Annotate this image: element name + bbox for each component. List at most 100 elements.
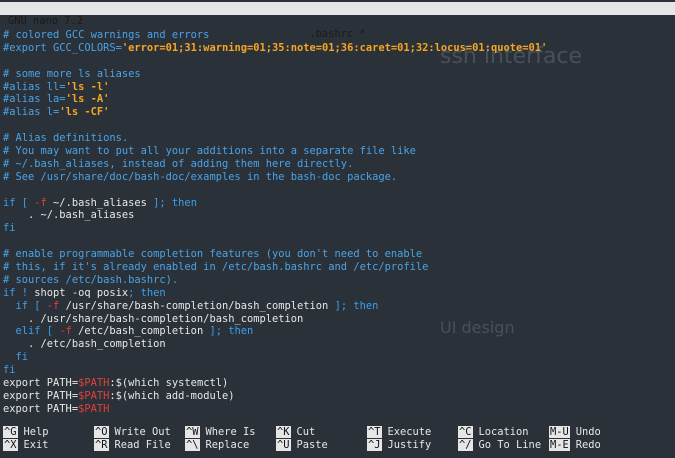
code-line[interactable] xyxy=(3,235,547,248)
code-token: :$(which add-module) xyxy=(109,389,235,402)
code-token: shopt -oq posix xyxy=(34,286,129,299)
code-line[interactable]: . ~/.bash_aliases xyxy=(3,209,547,222)
shortcut-label: Read File xyxy=(114,439,171,451)
code-line[interactable]: export PATH=$PATH:$(which add-module) xyxy=(3,390,547,403)
code-token: if ! xyxy=(3,286,35,299)
code-line[interactable]: fi xyxy=(3,364,547,377)
code-token: # enable programmable completion feature… xyxy=(3,248,423,261)
code-token: :$(which systemctl) xyxy=(109,377,229,390)
shortcut-row: ^X Exit ^R Read File ^\ Replace ^U Paste ^J Justi… xyxy=(0,439,675,452)
code-token: #alias l= xyxy=(3,106,60,119)
shortcut-replace[interactable]: ^\ Replace xyxy=(185,439,249,452)
shortcut-help[interactable]: ^G Help xyxy=(3,426,49,439)
code-line[interactable]: if [ -f ~/.bash_aliases ]; then xyxy=(3,197,547,210)
shortcut-label: Redo xyxy=(575,439,601,451)
code-token: 'ls -CF' xyxy=(59,106,110,119)
code-line[interactable]: # some more ls aliases xyxy=(3,68,547,81)
code-token: 'ls -l' xyxy=(65,80,110,93)
code-token: if [ xyxy=(3,299,47,312)
code-line[interactable] xyxy=(3,119,547,132)
code-line[interactable]: export PATH=$PATH xyxy=(3,403,547,416)
code-token: -f xyxy=(46,299,60,312)
code-line[interactable]: # You may want to put all your additions… xyxy=(3,145,547,158)
shortcut-read-file[interactable]: ^R Read File xyxy=(94,439,171,452)
code-line[interactable]: if ! shopt -oq posix; then xyxy=(3,287,547,300)
code-token: fi xyxy=(3,222,16,235)
code-token: # some more ls aliases xyxy=(3,67,141,80)
code-token: 'ls -A' xyxy=(65,93,110,106)
code-line[interactable]: # Alias definitions. xyxy=(3,132,547,145)
code-line[interactable]: fi xyxy=(3,222,547,235)
code-token: $PATH xyxy=(78,389,110,402)
shortcut-where-is[interactable]: ^W Where Is xyxy=(185,426,256,439)
code-line[interactable]: if [ -f /usr/share/bash-completion/bash_… xyxy=(3,300,547,313)
code-token: . /usr/share/bash-completion/bash_comple… xyxy=(3,312,304,325)
code-line[interactable]: # sources /etc/bash.bashrc). xyxy=(3,274,547,287)
shortcut-execute[interactable]: ^T Execute xyxy=(367,426,431,439)
code-line[interactable]: #export GCC_COLORS='error=01;31:warning=… xyxy=(3,42,547,55)
code-token: # this, if it's already enabled in /etc/… xyxy=(3,261,429,274)
shortcut-redo[interactable]: M-E Redo xyxy=(549,439,601,452)
shortcut-label: Justify xyxy=(387,439,432,451)
shortcut-label: Where Is xyxy=(205,426,256,438)
shortcut-exit[interactable]: ^X Exit xyxy=(3,439,49,452)
code-token: # colored GCC warnings and errors xyxy=(3,29,210,41)
code-line[interactable]: # See /usr/share/doc/bash-doc/examples i… xyxy=(3,171,547,184)
shortcut-go-to-line[interactable]: ^/ Go To Line xyxy=(458,439,541,452)
shortcut-undo[interactable]: M-U Undo xyxy=(549,426,601,439)
shortcut-key: ^K xyxy=(276,426,291,438)
code-token: #alias la= xyxy=(3,93,66,106)
code-token: export PATH= xyxy=(3,389,79,402)
code-token: $PATH xyxy=(78,377,110,390)
shortcut-write-out[interactable]: ^O Write Out xyxy=(94,426,171,439)
code-line[interactable]: #alias la='ls -A' xyxy=(3,93,547,106)
shortcut-label: Cut xyxy=(296,426,316,438)
code-line[interactable]: . /usr/share/bash-completion/bash_comple… xyxy=(3,313,547,326)
shortcut-bar: ^G Help ^O Write Out ^W Where Is ^K Cut ^T Execut… xyxy=(0,426,675,452)
code-token: ]; then xyxy=(334,299,379,312)
code-line[interactable]: elif [ -f /etc/bash_completion ]; then xyxy=(3,325,547,338)
code-line[interactable]: . /etc/bash_completion xyxy=(3,338,547,351)
code-token: #alias ll= xyxy=(3,80,66,93)
editor-buffer[interactable]: # colored GCC warnings and errors #export… xyxy=(3,29,547,416)
code-line[interactable]: # colored GCC warnings and errors xyxy=(3,29,547,42)
code-token: # Alias definitions. xyxy=(3,132,129,145)
code-token: #export GCC_COLORS= xyxy=(3,41,122,54)
shortcut-key: ^G xyxy=(3,426,18,438)
nano-title-bar: GNU nano 7.2 .bashrc * xyxy=(0,2,675,40)
shortcut-label: Execute xyxy=(387,426,432,438)
shortcut-label: Paste xyxy=(296,439,328,451)
shortcut-label: Replace xyxy=(205,439,250,451)
code-token: ~/.bash_aliases xyxy=(46,196,154,209)
code-line[interactable]: export PATH=$PATH:$(which systemctl) xyxy=(3,377,547,390)
shortcut-paste[interactable]: ^U Paste xyxy=(276,439,328,452)
nano-terminal[interactable]: ssh interface UI design GNU nano 7.2 .ba… xyxy=(0,0,675,458)
shortcut-row: ^G Help ^O Write Out ^W Where Is ^K Cut ^T Execut… xyxy=(0,426,675,439)
code-line[interactable]: fi xyxy=(3,351,547,364)
shortcut-label: Go To Line xyxy=(478,439,542,451)
shortcut-key: ^W xyxy=(185,426,200,438)
code-token: . ~/.bash_aliases xyxy=(3,209,135,222)
code-line[interactable]: # this, if it's already enabled in /etc/… xyxy=(3,261,547,274)
code-line[interactable] xyxy=(3,55,547,68)
shortcut-location[interactable]: ^C Location xyxy=(458,426,529,439)
code-token: # ~/.bash_aliases, instead of adding the… xyxy=(3,157,354,170)
code-token: fi xyxy=(3,351,29,364)
code-token: /usr/share/bash-completion/bash_completi… xyxy=(59,299,335,312)
code-line[interactable]: #alias l='ls -CF' xyxy=(3,106,547,119)
shortcut-key: ^U xyxy=(276,439,291,451)
shortcut-key: ^\ xyxy=(185,439,200,451)
shortcut-key: ^R xyxy=(94,439,109,451)
code-token: if [ xyxy=(3,196,35,209)
app-version: GNU nano 7.2 xyxy=(8,15,84,27)
code-line[interactable]: # enable programmable completion feature… xyxy=(3,248,547,261)
code-token: # sources /etc/bash.bashrc). xyxy=(3,273,179,286)
code-line[interactable]: # ~/.bash_aliases, instead of adding the… xyxy=(3,158,547,171)
code-line[interactable]: #alias ll='ls -l' xyxy=(3,81,547,94)
code-line[interactable] xyxy=(3,184,547,197)
code-token: ; then xyxy=(128,286,166,299)
code-token: export PATH= xyxy=(3,402,79,415)
shortcut-cut[interactable]: ^K Cut xyxy=(276,426,315,439)
shortcut-justify[interactable]: ^J Justify xyxy=(367,439,431,452)
code-token: -f xyxy=(59,325,72,338)
